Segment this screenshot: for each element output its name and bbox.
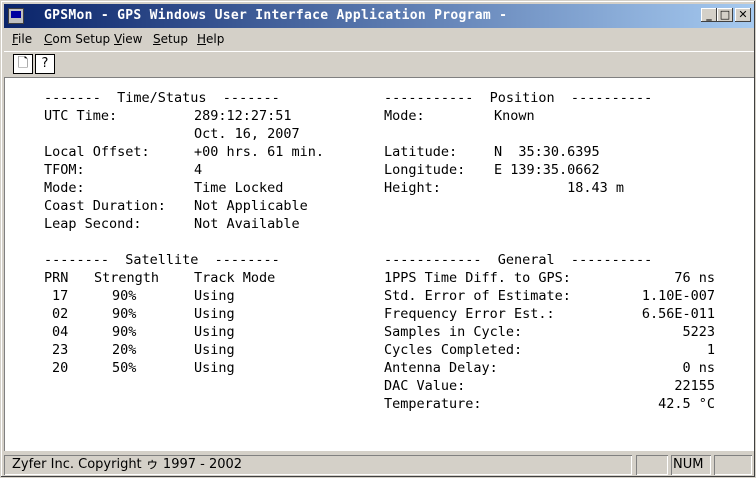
general-value: 1 xyxy=(706,342,715,358)
general-label: Frequency Error Est.: xyxy=(384,306,555,322)
coast-value: Not Applicable xyxy=(194,198,308,214)
leap-value: Not Available xyxy=(194,216,300,232)
height-label: Height: xyxy=(384,180,441,196)
maximize-button[interactable]: □ xyxy=(717,8,733,22)
position-mode-label: Mode: xyxy=(384,108,425,124)
status-copyright: Zyfer Inc. Copyright ゥ 1997 - 2002 xyxy=(4,455,632,475)
utc-label: UTC Time: xyxy=(44,108,118,124)
coast-label: Coast Duration: xyxy=(44,198,166,214)
leap-label: Leap Second: xyxy=(44,216,142,232)
sat-track-mode: Using xyxy=(194,288,235,304)
maximize-icon: □ xyxy=(719,8,731,21)
col-prn: PRN xyxy=(44,270,69,286)
status-bar: Zyfer Inc. Copyright ゥ 1997 - 2002 NUM xyxy=(4,454,754,476)
general-value: 6.56E-011 xyxy=(641,306,715,322)
general-value: 1.10E-007 xyxy=(641,288,715,304)
offset-value: +00 hrs. 61 min. xyxy=(194,144,325,160)
sat-prn: 20 xyxy=(52,360,69,376)
general-label: 1PPS Time Diff. to GPS: xyxy=(384,270,571,286)
general-value: 76 ns xyxy=(674,270,715,286)
mode-value: Time Locked xyxy=(194,180,284,196)
minimize-button[interactable]: _ xyxy=(701,8,717,22)
sat-strength: 20% xyxy=(112,342,137,358)
menu-setup[interactable]: Setup xyxy=(153,32,188,46)
help-icon: ? xyxy=(41,56,49,71)
longitude-label: Longitude: xyxy=(384,162,466,178)
position-mode-value: Known xyxy=(494,108,535,124)
sat-track-mode: Using xyxy=(194,324,235,340)
sat-prn: 23 xyxy=(52,342,69,358)
satellite-header: -------- Satellite -------- xyxy=(44,252,280,268)
sat-prn: 04 xyxy=(52,324,69,340)
app-icon[interactable] xyxy=(8,8,24,24)
sat-strength: 90% xyxy=(112,324,137,340)
status-caps-indicator xyxy=(636,455,668,475)
help-button[interactable]: ? xyxy=(35,54,55,74)
status-num-indicator: NUM xyxy=(671,455,711,475)
minimize-icon: _ xyxy=(706,8,712,21)
latitude-value: N 35:30.6395 xyxy=(494,144,600,160)
tfom-label: TFOM: xyxy=(44,162,85,178)
position-header: ----------- Position ---------- xyxy=(384,90,653,106)
height-value: 18.43 m xyxy=(567,180,624,196)
general-label: Antenna Delay: xyxy=(384,360,498,376)
general-label: Temperature: xyxy=(384,396,482,412)
general-label: Std. Error of Estimate: xyxy=(384,288,571,304)
new-document-icon: 🗋 xyxy=(17,56,29,71)
sat-prn: 17 xyxy=(52,288,69,304)
window-title: GPSMon - GPS Windows User Interface Appl… xyxy=(44,8,508,23)
tfom-value: 4 xyxy=(194,162,203,178)
close-icon: ✕ xyxy=(738,8,748,21)
menu-bar: File Com Setup View Setup Help xyxy=(4,29,754,49)
longitude-value: E 139:35.0662 xyxy=(494,162,600,178)
general-value: 5223 xyxy=(682,324,715,340)
menu-help[interactable]: Help xyxy=(197,32,224,46)
sat-strength: 50% xyxy=(112,360,137,376)
sat-track-mode: Using xyxy=(194,342,235,358)
title-bar[interactable]: GPSMon - GPS Windows User Interface Appl… xyxy=(4,4,754,28)
time-status-header: ------- Time/Status ------- xyxy=(44,90,280,106)
sat-strength: 90% xyxy=(112,306,137,322)
general-label: Cycles Completed: xyxy=(384,342,523,358)
sat-prn: 02 xyxy=(52,306,69,322)
sat-track-mode: Using xyxy=(194,360,235,376)
offset-label: Local Offset: xyxy=(44,144,150,160)
general-value: 0 ns xyxy=(682,360,715,376)
close-button[interactable]: ✕ xyxy=(735,8,751,22)
menu-file[interactable]: File xyxy=(12,32,32,46)
sat-track-mode: Using xyxy=(194,306,235,322)
general-label: Samples in Cycle: xyxy=(384,324,523,340)
date-value: Oct. 16, 2007 xyxy=(194,126,300,142)
monitor-panel: ------- Time/Status ------- UTC Time: 28… xyxy=(4,77,754,451)
toolbar: 🗋 ? xyxy=(4,51,754,76)
new-button[interactable]: 🗋 xyxy=(13,54,33,74)
status-scroll-indicator xyxy=(714,455,752,475)
menu-com-setup[interactable]: Com Setup xyxy=(44,32,110,46)
utc-value: 289:12:27:51 xyxy=(194,108,292,124)
sat-strength: 90% xyxy=(112,288,137,304)
general-label: DAC Value: xyxy=(384,378,466,394)
general-value: 22155 xyxy=(674,378,715,394)
latitude-label: Latitude: xyxy=(384,144,458,160)
menu-view[interactable]: View xyxy=(114,32,142,46)
col-strength: Strength xyxy=(94,270,160,286)
main-window: GPSMon - GPS Windows User Interface Appl… xyxy=(0,0,756,478)
mode-label: Mode: xyxy=(44,180,85,196)
general-value: 42.5 °C xyxy=(658,396,715,412)
general-header: ------------ General ---------- xyxy=(384,252,653,268)
col-track-mode: Track Mode xyxy=(194,270,276,286)
